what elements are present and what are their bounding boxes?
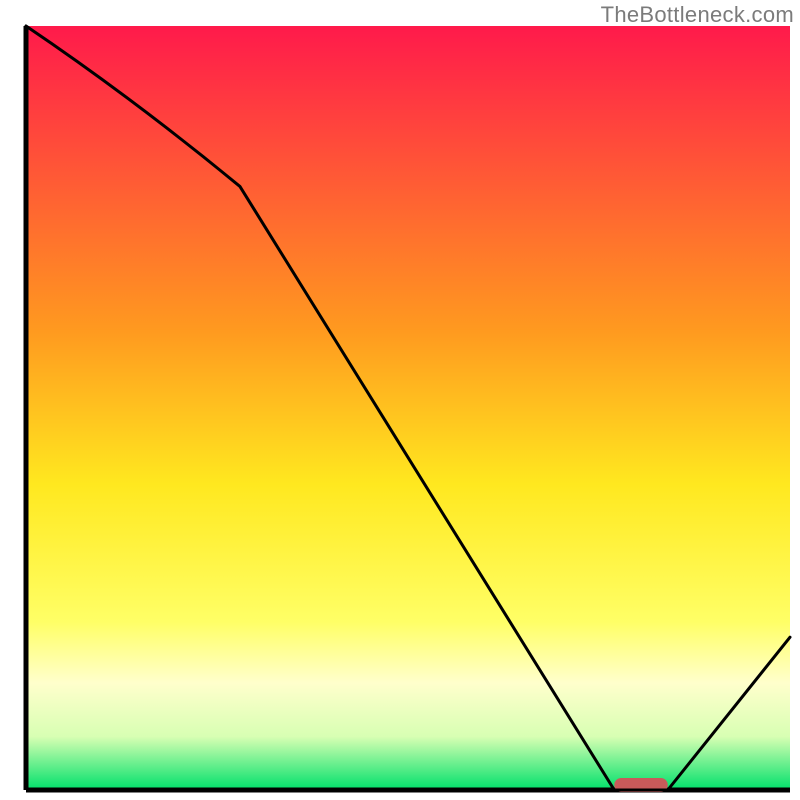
- chart-frame: TheBottleneck.com: [0, 0, 800, 800]
- plot-background: [26, 26, 790, 790]
- bottleneck-chart: [0, 0, 800, 800]
